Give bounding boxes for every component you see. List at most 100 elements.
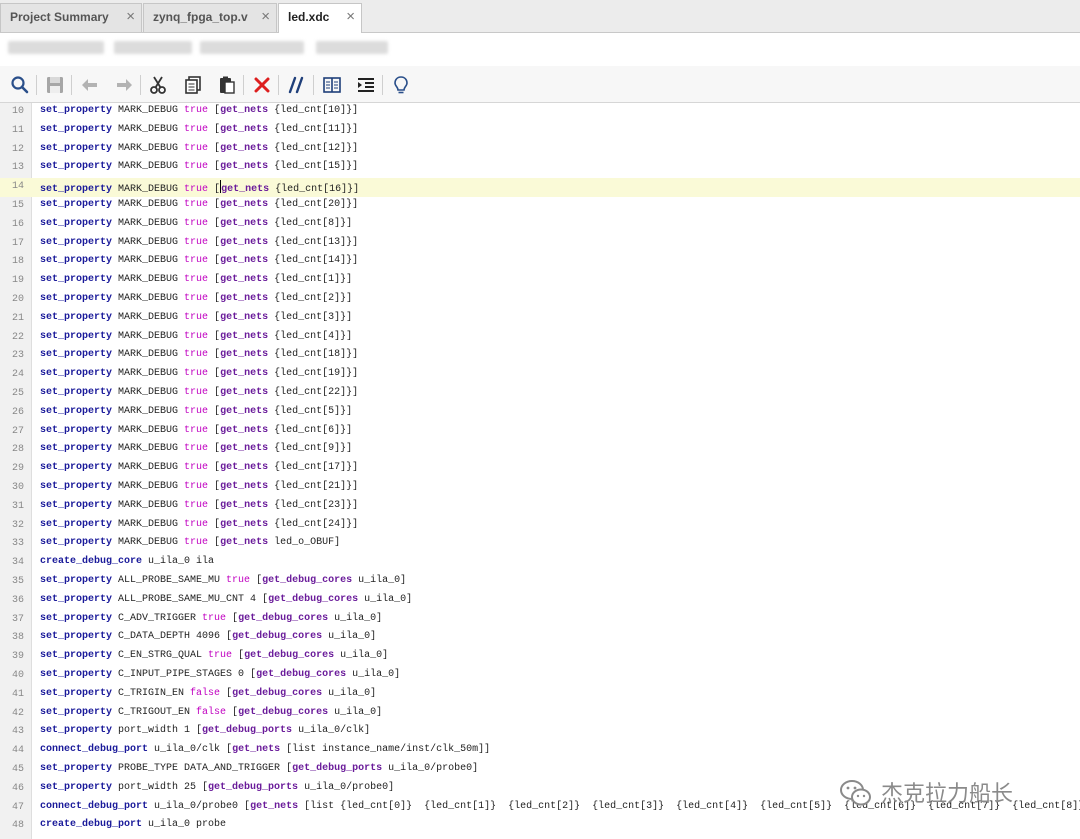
save-icon[interactable] [44,74,66,96]
command-token: set_property [40,405,113,417]
line-number: 41 [11,688,24,700]
code-editor[interactable]: 10 set_property MARK_DEBUG true [get_nets… [0,103,1080,839]
code-text: set_property C_DATA_DEPTH 4096 [get_debu… [40,631,376,642]
code-line[interactable]: 15 set_property MARK_DEBUG true [get_nets… [0,197,1080,216]
code-line[interactable]: 19 set_property MARK_DEBUG true [get_nets… [0,272,1080,291]
tab-zynq-fpga-top[interactable]: zynq_fpga_top.v × [143,3,277,32]
argument-token: C_TRIGIN_EN [112,687,191,699]
command-token: set_property [40,424,113,436]
argument-token: port_width 1 [112,725,197,737]
code-line[interactable]: 13 set_property MARK_DEBUG true [get_nets… [0,159,1080,178]
code-line[interactable]: 33 set_property MARK_DEBUG true [get_nets… [0,535,1080,554]
code-line[interactable]: 32 set_property MARK_DEBUG true [get_nets… [0,517,1080,536]
comment-icon[interactable] [286,74,308,96]
line-number: 40 [11,670,24,681]
bracket-token: [ [232,650,245,662]
indent-icon[interactable] [355,74,377,96]
bracket-token: [ [208,330,221,342]
bracket-token: [ [250,575,263,586]
line-number: 12 [11,143,24,155]
editor-tab-bar: Project Summary × zynq_fpga_top.v × led.… [0,0,1080,33]
code-line[interactable]: 42 set_property C_TRIGOUT_EN false [get_d… [0,705,1080,724]
code-line[interactable]: 41 set_property C_TRIGIN_EN false [get_de… [0,686,1080,705]
code-line[interactable]: 25 set_property MARK_DEBUG true [get_nets… [0,385,1080,404]
code-line[interactable]: 26 set_property MARK_DEBUG true [get_nets… [0,404,1080,423]
code-line[interactable]: 27 set_property MARK_DEBUG true [get_nets… [0,423,1080,442]
boolean-token: true [184,537,209,549]
columns-icon[interactable] [321,74,343,96]
paste-icon[interactable] [216,74,238,96]
argument-token: C_DATA_DEPTH 4096 [112,631,227,643]
code-line[interactable]: 21 set_property MARK_DEBUG true [get_nets… [0,310,1080,329]
argument-token: u_ila_0/probe0] [298,781,395,793]
command-token: set_property [40,123,113,135]
code-line[interactable]: 37 set_property C_ADV_TRIGGER true [get_d… [0,611,1080,630]
code-line[interactable]: 10 set_property MARK_DEBUG true [get_nets… [0,103,1080,122]
command-token: set_property [40,255,113,267]
code-line[interactable]: 40 set_property C_INPUT_PIPE_STAGES 0 [ge… [0,667,1080,686]
command-token: set_property [40,763,113,774]
argument-token: MARK_DEBUG [112,443,185,455]
code-line[interactable]: 11 set_property MARK_DEBUG true [get_nets… [0,122,1080,141]
code-line[interactable]: 18 set_property MARK_DEBUG true [get_nets… [0,253,1080,272]
code-line[interactable]: 24 set_property MARK_DEBUG true [get_nets… [0,366,1080,385]
code-line[interactable]: 16 set_property MARK_DEBUG true [get_nets… [0,216,1080,235]
code-line[interactable]: 14 set_property MARK_DEBUG true [get_nets… [0,178,1080,198]
command-token: set_property [40,368,113,380]
code-line[interactable]: 38 set_property C_DATA_DEPTH 4096 [get_de… [0,629,1080,648]
redo-icon[interactable] [113,74,135,96]
code-line[interactable]: 29 set_property MARK_DEBUG true [get_nets… [0,460,1080,479]
get-command-token: get_nets [220,105,269,116]
code-line[interactable]: 31 set_property MARK_DEBUG true [get_nets… [0,498,1080,517]
cut-icon[interactable] [147,74,169,96]
argument-token: MARK_DEBUG [112,518,185,530]
toolbar-separator [278,75,279,95]
code-line[interactable]: 17 set_property MARK_DEBUG true [get_nets… [0,235,1080,254]
bracket-token: [ [208,443,221,455]
argument-token: u_ila_0 probe [142,819,227,831]
bracket-token: [ [208,255,221,267]
get-command-token: get_debug_ports [202,725,293,737]
argument-token: u_ila_0] [352,575,407,586]
argument-token: MARK_DEBUG [112,293,185,304]
code-line[interactable]: 22 set_property MARK_DEBUG true [get_nets… [0,329,1080,348]
boolean-token: true [184,142,209,154]
argument-token: MARK_DEBUG [112,199,185,210]
code-text: set_property MARK_DEBUG true [get_nets {… [40,274,352,285]
wechat-icon [839,778,873,813]
code-line[interactable]: 44 connect_debug_port u_ila_0/clk [get_ne… [0,742,1080,761]
code-line[interactable]: 12 set_property MARK_DEBUG true [get_nets… [0,141,1080,160]
code-line[interactable]: 20 set_property MARK_DEBUG true [get_nets… [0,291,1080,310]
close-icon[interactable]: × [126,8,135,25]
get-command-token: get_nets [220,387,269,398]
code-text: set_property port_width 1 [get_debug_por… [40,725,370,736]
code-text: set_property MARK_DEBUG true [get_nets {… [40,255,358,266]
code-text: set_property C_TRIGOUT_EN false [get_deb… [40,707,382,718]
code-line[interactable]: 23 set_property MARK_DEBUG true [get_nets… [0,347,1080,366]
code-line[interactable]: 35 set_property ALL_PROBE_SAME_MU true [g… [0,573,1080,592]
tab-led-xdc[interactable]: led.xdc × [278,3,362,33]
code-line[interactable]: 43 set_property port_width 1 [get_debug_p… [0,723,1080,742]
line-number: 46 [11,782,24,794]
code-line[interactable]: 28 set_property MARK_DEBUG true [get_nets… [0,441,1080,460]
undo-icon[interactable] [79,74,101,96]
delete-icon[interactable] [251,74,273,96]
code-line[interactable]: 39 set_property C_EN_STRG_QUAL true [get_… [0,648,1080,667]
get-command-token: get_nets [220,537,269,549]
close-icon[interactable]: × [261,8,270,25]
code-line[interactable]: 48 create_debug_port u_ila_0 probe [0,817,1080,836]
argument-token: {led_cnt[4]}] [268,330,353,342]
command-token: set_property [40,650,113,662]
argument-token: {led_cnt[15]}] [268,161,359,173]
lightbulb-icon[interactable] [390,74,412,96]
close-icon[interactable]: × [346,8,355,25]
search-icon[interactable] [9,74,31,96]
line-number: 27 [11,425,24,437]
get-command-token: get_debug_ports [292,763,383,774]
code-line[interactable]: 30 set_property MARK_DEBUG true [get_nets… [0,479,1080,498]
copy-icon[interactable] [182,74,204,96]
code-text: set_property MARK_DEBUG true [get_nets {… [40,500,358,511]
code-line[interactable]: 34 create_debug_core u_ila_0 ila [0,554,1080,573]
code-line[interactable]: 36 set_property ALL_PROBE_SAME_MU_CNT 4 [… [0,592,1080,611]
tab-project-summary[interactable]: Project Summary × [0,3,142,32]
